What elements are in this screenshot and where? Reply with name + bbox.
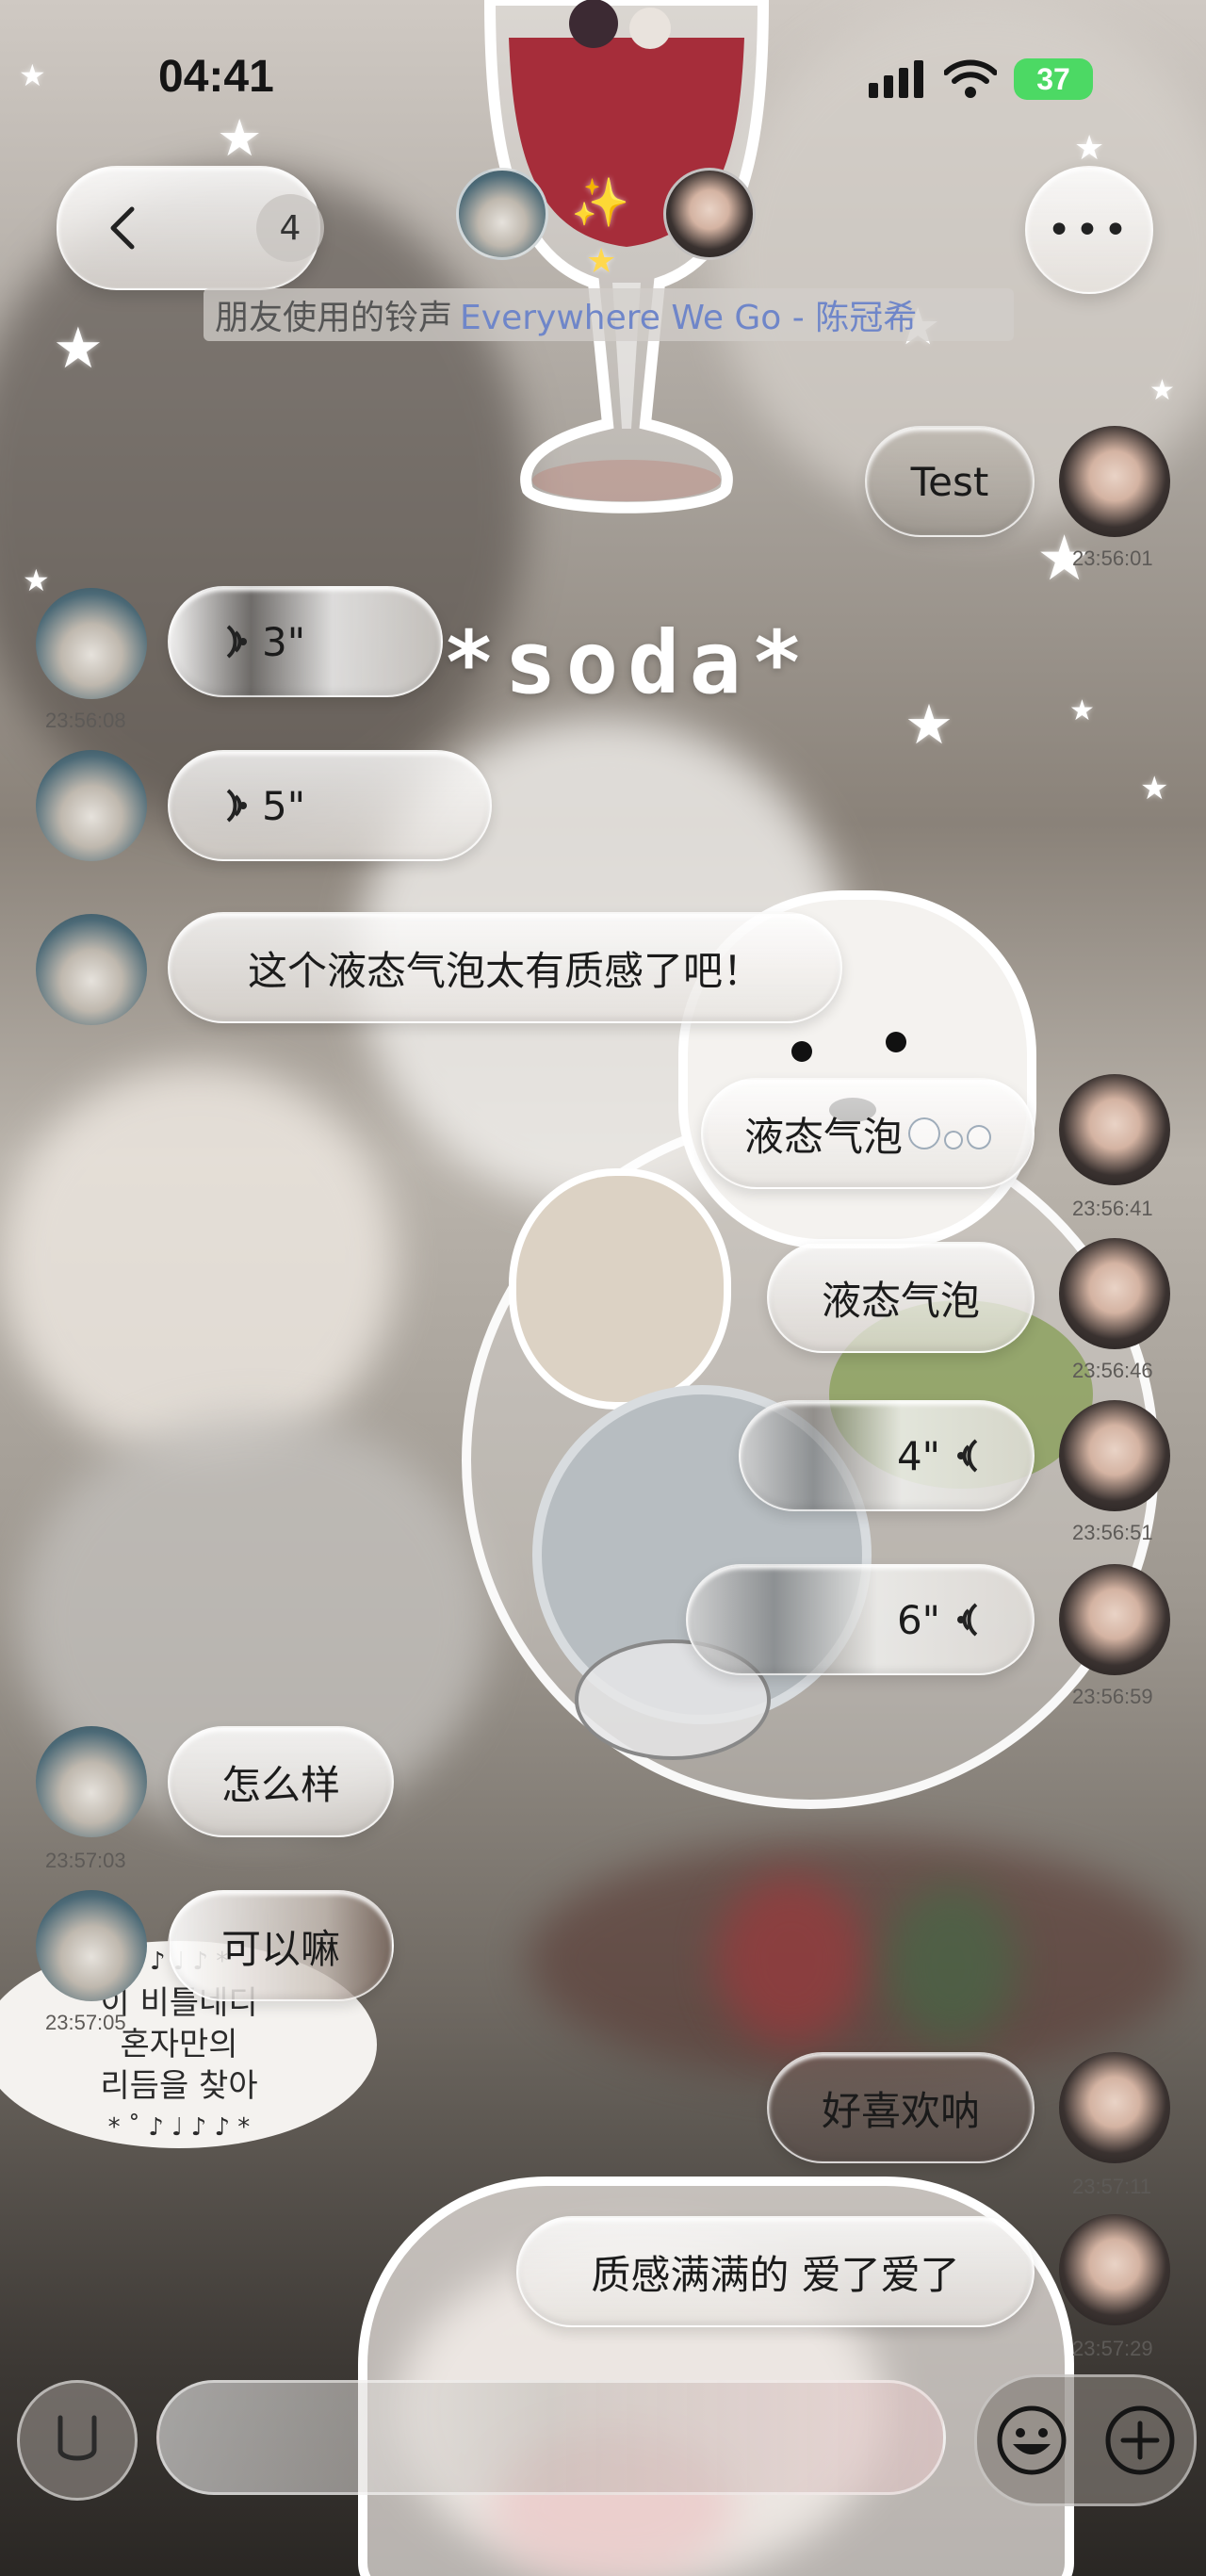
bubble-emoji-icon [908, 1117, 991, 1149]
message-time: 23:57:11 [1072, 2175, 1152, 2198]
contact-avatar[interactable] [456, 168, 548, 260]
message-bubble[interactable]: Test [865, 426, 1035, 537]
message-bubble[interactable]: 液态气泡 [701, 1078, 1035, 1189]
star-icon: ★ [1149, 374, 1175, 407]
message-time: 23:57:03 [45, 1849, 126, 1872]
message-text: 这个液态气泡太有质感了吧！ [247, 947, 762, 994]
voice-wave-icon [226, 789, 247, 823]
message-bubble[interactable]: 可以嘛 [168, 1890, 394, 2001]
ringtone-banner[interactable]: 朋友使用的铃声 Everywhere We Go - 陈冠希 [204, 288, 1014, 341]
voice-duration: 4" [896, 1432, 940, 1479]
message-bubble[interactable]: 质感满满的 爱了爱了 [516, 2216, 1035, 2327]
my-avatar[interactable] [1059, 1074, 1170, 1185]
contact-avatar[interactable] [36, 750, 147, 861]
message-bubble[interactable]: 液态气泡 [767, 1242, 1035, 1353]
my-avatar[interactable] [1059, 2214, 1170, 2325]
my-avatar[interactable] [1059, 426, 1170, 537]
soda-sticker-text: *soda* [443, 612, 813, 713]
voice-duration: 6" [896, 1596, 940, 1643]
signal-icon [869, 60, 923, 98]
message-time: 23:56:41 [1072, 1197, 1153, 1220]
message-time: 23:57:05 [45, 2011, 126, 2034]
contact-avatar[interactable] [36, 588, 147, 699]
message-text: Test [910, 458, 989, 505]
message-text: 怎么样 [220, 1761, 340, 1808]
star-icon: ★ [217, 108, 263, 168]
voice-input-toggle[interactable] [17, 2380, 138, 2501]
voice-message-bubble[interactable]: 3" [168, 586, 443, 697]
wifi-icon [944, 59, 997, 98]
star-icon: ★ [1069, 694, 1095, 727]
contact-avatar[interactable] [36, 914, 147, 1025]
star-icon: ★ [23, 562, 50, 598]
message-text: 质感满满的 爱了爱了 [591, 2251, 960, 2298]
voice-message-bubble[interactable]: 4" [739, 1400, 1035, 1511]
message-text: 液态气泡 [743, 1113, 903, 1160]
star-icon: ★ [904, 693, 953, 757]
message-bubble[interactable]: 这个液态气泡太有质感了吧！ [168, 912, 842, 1023]
message-bubble[interactable]: 好喜欢呐 [767, 2052, 1035, 2163]
cat-plush-sticker [509, 1168, 731, 1410]
more-icon: ••• [1047, 205, 1132, 254]
battery-icon: 37 [1014, 58, 1093, 100]
unread-count-badge: 4 [256, 194, 324, 262]
plus-icon [1105, 2405, 1174, 2475]
message-text: 液态气泡 [821, 1277, 980, 1324]
message-text: 好喜欢呐 [821, 2087, 980, 2134]
plus-button[interactable] [1098, 2398, 1182, 2483]
voice-duration: 5" [262, 782, 306, 829]
message-bubble[interactable]: 怎么样 [168, 1726, 394, 1837]
message-text: 可以嘛 [220, 1925, 340, 1972]
message-input[interactable] [156, 2380, 946, 2495]
message-time: 23:57:29 [1072, 2337, 1153, 2360]
star-icon: ★ [19, 57, 46, 93]
back-button[interactable]: 4 [57, 166, 324, 290]
star-icon: ★ [53, 316, 104, 382]
sparkle-icon: ✨ [571, 175, 630, 230]
star-icon: ★ [586, 242, 617, 281]
star-icon: ★ [1074, 129, 1105, 168]
ringtone-song[interactable]: Everywhere We Go - 陈冠希 [460, 290, 917, 339]
status-icons: 37 [869, 58, 1093, 100]
voice-wave-icon [226, 625, 247, 659]
korean-line-2: 혼자만의 [120, 2026, 238, 2063]
voice-wave-icon [957, 1439, 978, 1473]
voice-message-bubble[interactable]: 6" [686, 1564, 1035, 1675]
message-time: 23:56:59 [1072, 1685, 1153, 1708]
star-icon: ★ [1140, 770, 1169, 807]
voice-wave-icon [957, 1603, 978, 1637]
message-time: 23:56:51 [1072, 1521, 1153, 1544]
status-time: 04:41 [158, 52, 274, 102]
my-avatar[interactable] [1059, 1400, 1170, 1511]
wine-glass-sticker [483, 0, 770, 514]
my-avatar[interactable] [1059, 1564, 1170, 1675]
voice-toggle-icon [57, 2415, 97, 2461]
voice-duration: 3" [262, 618, 306, 665]
my-avatar[interactable] [1059, 2052, 1170, 2163]
back-chevron-icon [110, 206, 135, 250]
emoji-icon [997, 2405, 1066, 2475]
contact-avatar[interactable] [36, 1726, 147, 1837]
message-time: 23:56:01 [1072, 546, 1153, 570]
more-button[interactable]: ••• [1025, 166, 1153, 294]
my-avatar[interactable] [663, 168, 756, 260]
voice-message-bubble[interactable]: 5" [168, 750, 492, 861]
korean-line-3: 리듬을 찾아 [100, 2067, 258, 2105]
message-time: 23:56:08 [45, 709, 126, 732]
input-tools [974, 2374, 1197, 2506]
contact-avatar[interactable] [36, 1890, 147, 2001]
emoji-button[interactable] [989, 2398, 1074, 2483]
message-time: 23:56:46 [1072, 1359, 1153, 1382]
my-avatar[interactable] [1059, 1238, 1170, 1349]
ringtone-label: 朋友使用的铃声 [215, 299, 453, 337]
